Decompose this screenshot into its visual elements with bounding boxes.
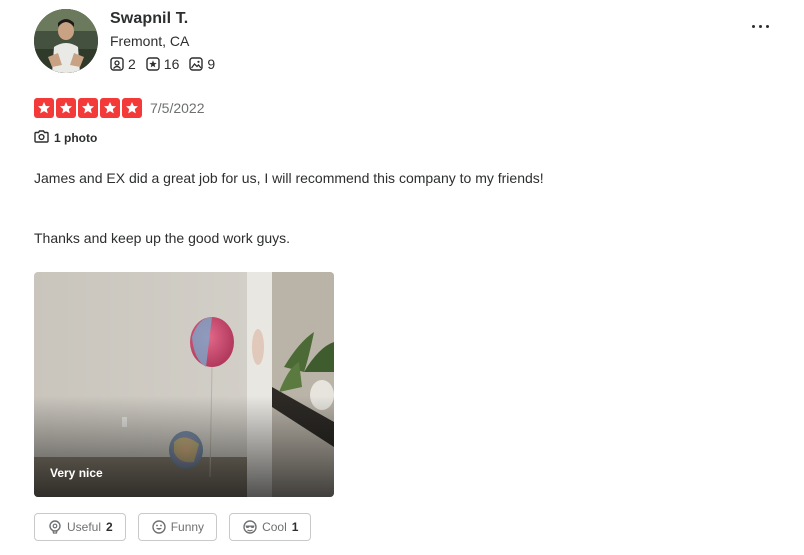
photo-caption: Very nice (50, 466, 103, 480)
reviews-stat: 16 (146, 56, 180, 72)
useful-button[interactable]: Useful 2 (34, 513, 126, 541)
cool-button[interactable]: Cool 1 (229, 513, 312, 541)
more-options-icon (751, 24, 755, 28)
lightbulb-icon (48, 520, 62, 534)
camera-icon (34, 130, 49, 146)
reaction-buttons: Useful 2 Funny Cool 1 (34, 513, 312, 541)
user-stats: 2 16 9 (110, 56, 215, 72)
photos-count: 9 (207, 56, 216, 72)
photo-count-label: 1 photo (54, 131, 98, 145)
star-rating (34, 98, 142, 118)
review-text: Thanks and keep up the good work guys. (34, 230, 291, 246)
star-icon (78, 98, 98, 118)
star-icon (122, 98, 142, 118)
user-location: Fremont, CA (110, 33, 190, 49)
funny-button[interactable]: Funny (137, 513, 218, 541)
photos-stat: 9 (189, 56, 215, 72)
funny-label: Funny (170, 520, 205, 534)
review-photo[interactable]: Very nice (34, 272, 334, 497)
useful-label: Useful (67, 520, 102, 534)
cool-label: Cool (262, 520, 287, 534)
user-avatar[interactable] (34, 9, 98, 73)
reviews-count: 16 (163, 56, 180, 72)
star-icon (34, 98, 54, 118)
star-icon (56, 98, 76, 118)
photo-icon (189, 57, 204, 71)
review-star-icon (146, 57, 160, 71)
useful-count: 2 (106, 520, 113, 534)
photo-count-link[interactable]: 1 photo (34, 130, 97, 146)
review-date: 7/5/2022 (150, 100, 205, 116)
more-options-button[interactable] (746, 14, 774, 38)
smiley-icon (152, 520, 166, 534)
friends-stat: 2 (110, 56, 136, 72)
more-options-dot (758, 24, 762, 28)
cool-count: 1 (291, 520, 299, 534)
review-text: James and EX did a great job for us, I w… (34, 170, 544, 186)
star-icon (100, 98, 120, 118)
more-options-dot (765, 24, 769, 28)
friends-icon (110, 57, 124, 71)
user-name[interactable]: Swapnil T. (110, 10, 188, 28)
sunglasses-icon (243, 520, 257, 534)
friends-count: 2 (128, 56, 136, 72)
